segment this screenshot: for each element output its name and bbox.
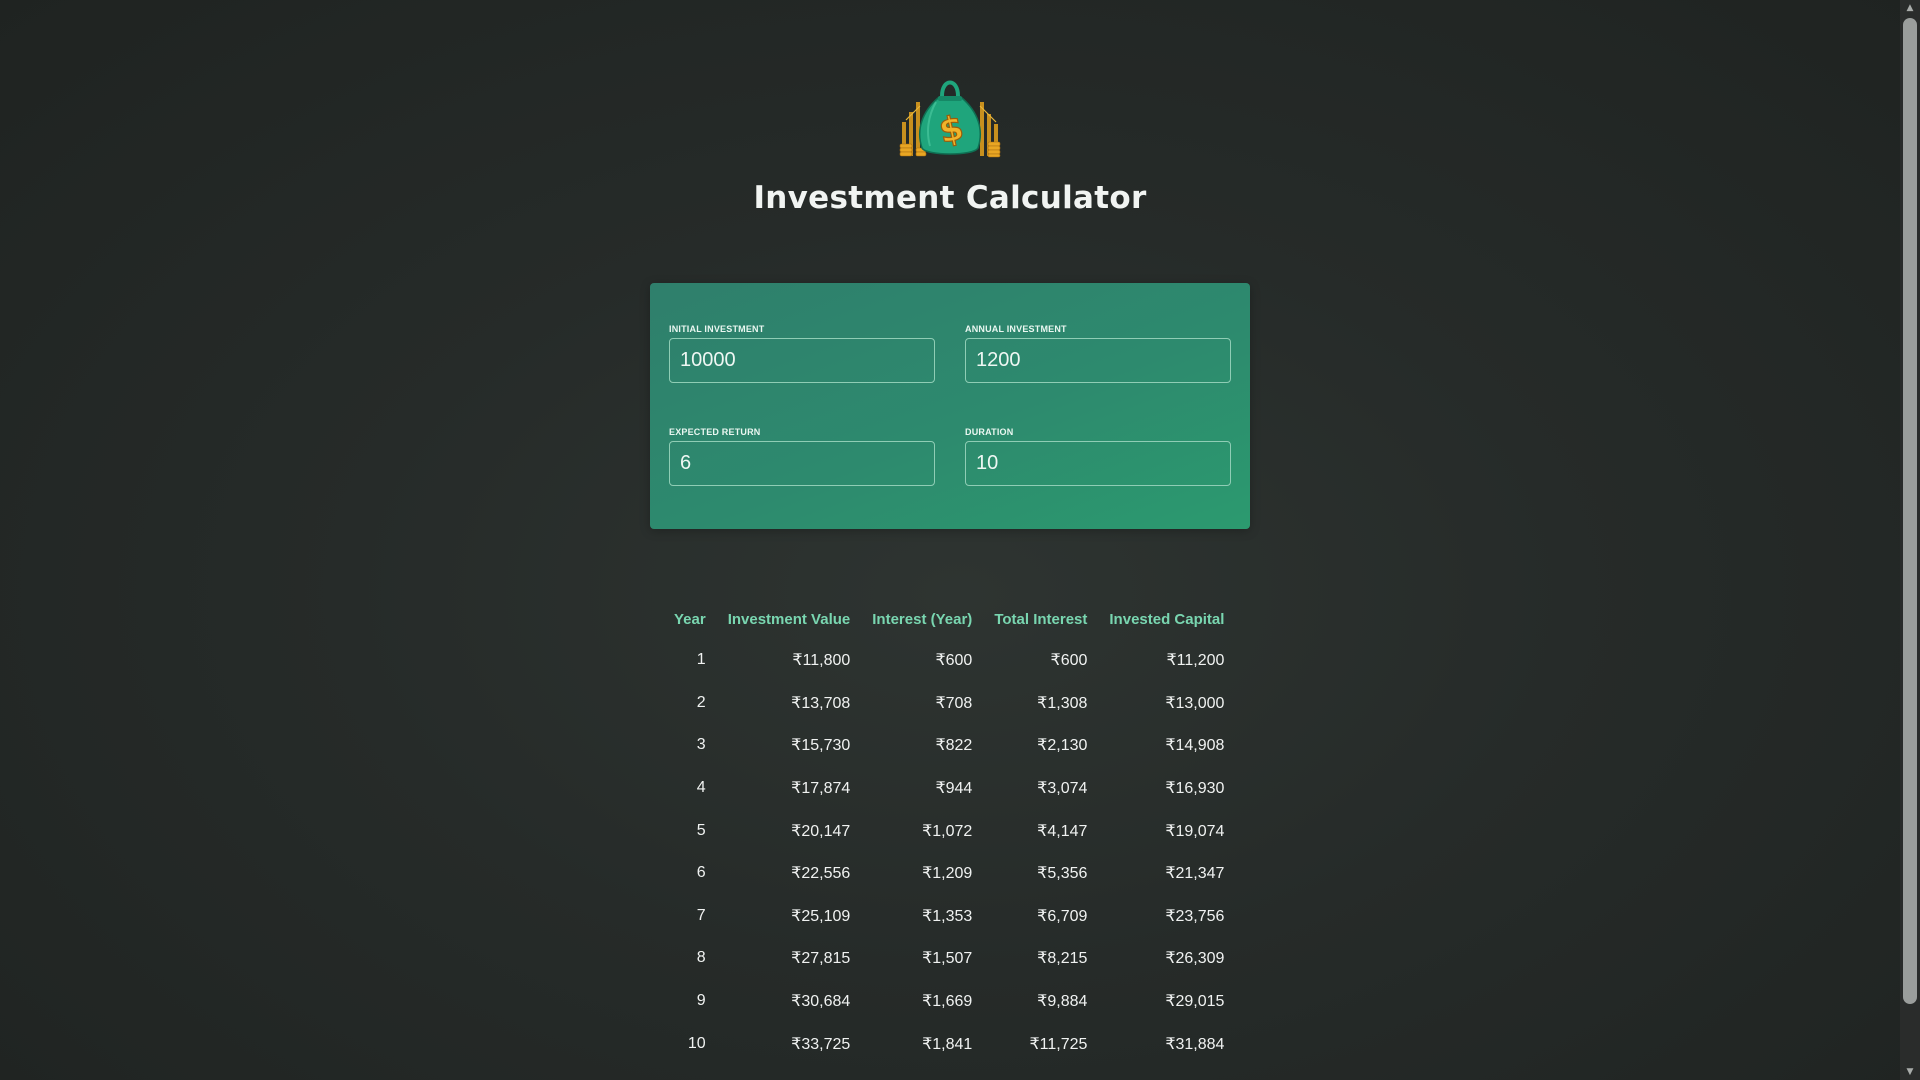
cell-interest-year: ₹600 <box>935 652 973 670</box>
table-row: 8 ₹27,815 ₹1,507 ₹8,215 ₹26,309 <box>663 937 1235 980</box>
cell-investment-value: ₹20,147 <box>791 822 851 840</box>
scrollbar-thumb[interactable] <box>1903 18 1917 1004</box>
cell-interest-year: ₹1,507 <box>922 950 973 968</box>
duration-label: Duration <box>965 427 1014 437</box>
cell-year: 7 <box>696 906 706 924</box>
cell-invested-capital: ₹26,309 <box>1165 950 1225 968</box>
cell-investment-value: ₹11,800 <box>792 652 851 670</box>
cell-year: 4 <box>696 779 706 797</box>
cell-total-interest: ₹8,215 <box>1037 950 1088 968</box>
cell-year: 5 <box>696 821 706 839</box>
vertical-scrollbar[interactable]: ▲ ▼ <box>1900 0 1920 1080</box>
cell-interest-year: ₹1,209 <box>922 865 973 883</box>
triangle-down-icon[interactable]: ▼ <box>1900 1064 1920 1080</box>
column-header-year: Year <box>674 610 706 628</box>
column-header-interest-year: Interest (Year) <box>872 610 973 628</box>
expected-return-label: Expected Return <box>669 427 761 437</box>
cell-investment-value: ₹25,109 <box>791 907 851 925</box>
table-row: 4 ₹17,874 ₹944 ₹3,074 ₹16,930 <box>663 767 1235 810</box>
cell-total-interest: ₹600 <box>1050 652 1088 670</box>
cell-year: 3 <box>696 736 706 754</box>
cell-invested-capital: ₹23,756 <box>1165 907 1225 925</box>
cell-total-interest: ₹6,709 <box>1037 907 1088 925</box>
table-row: 10 ₹33,725 ₹1,841 ₹11,725 ₹31,884 <box>663 1022 1235 1065</box>
cell-year: 9 <box>696 992 706 1010</box>
table-row: 6 ₹22,556 ₹1,209 ₹5,356 ₹21,347 <box>663 852 1235 895</box>
cell-year: 2 <box>696 693 706 711</box>
cell-total-interest: ₹2,130 <box>1037 737 1088 755</box>
cell-total-interest: ₹4,147 <box>1037 822 1088 840</box>
table-row: 7 ₹25,109 ₹1,353 ₹6,709 ₹23,756 <box>663 895 1235 938</box>
table-row: 5 ₹20,147 ₹1,072 ₹4,147 ₹19,074 <box>663 809 1235 852</box>
column-header-total-interest: Total Interest <box>994 610 1088 628</box>
cell-total-interest: ₹1,308 <box>1037 694 1088 712</box>
cell-interest-year: ₹708 <box>935 694 973 712</box>
triangle-up-icon[interactable]: ▲ <box>1900 0 1920 16</box>
cell-interest-year: ₹1,353 <box>922 907 973 925</box>
cell-total-interest: ₹9,884 <box>1037 993 1088 1011</box>
initial-investment-input[interactable] <box>669 338 935 383</box>
cell-year: 8 <box>696 949 706 967</box>
cell-interest-year: ₹944 <box>935 780 973 798</box>
annual-investment-group: Annual Investment <box>965 324 1231 383</box>
input-panel: Initial Investment Annual Investment Exp… <box>650 283 1250 529</box>
annual-investment-input[interactable] <box>965 338 1231 383</box>
cell-year: 1 <box>696 651 706 669</box>
cell-invested-capital: ₹13,000 <box>1165 694 1225 712</box>
cell-total-interest: ₹11,725 <box>1029 1035 1088 1053</box>
column-header-investment-value: Investment Value <box>727 610 851 628</box>
cell-invested-capital: ₹14,908 <box>1165 737 1225 755</box>
table-row: 3 ₹15,730 ₹822 ₹2,130 ₹14,908 <box>663 724 1235 767</box>
cell-investment-value: ₹30,684 <box>791 993 851 1011</box>
cell-invested-capital: ₹21,347 <box>1165 865 1225 883</box>
duration-group: Duration <box>965 427 1231 486</box>
results-table: Year Investment Value Interest (Year) To… <box>663 599 1235 1065</box>
table-row: 9 ₹30,684 ₹1,669 ₹9,884 ₹29,015 <box>663 980 1235 1023</box>
page: $ Investment Calculator Initial Investme… <box>0 0 1900 1080</box>
cell-investment-value: ₹13,708 <box>791 694 851 712</box>
cell-interest-year: ₹1,072 <box>922 822 973 840</box>
initial-investment-label: Initial Investment <box>669 324 765 334</box>
cell-interest-year: ₹1,669 <box>922 993 973 1011</box>
cell-total-interest: ₹3,074 <box>1037 780 1088 798</box>
cell-total-interest: ₹5,356 <box>1037 865 1088 883</box>
cell-invested-capital: ₹11,200 <box>1166 652 1225 670</box>
table-row: 1 ₹11,800 ₹600 ₹600 ₹11,200 <box>663 639 1235 682</box>
app-header: $ Investment Calculator <box>0 72 1900 216</box>
annual-investment-label: Annual Investment <box>965 324 1067 334</box>
duration-input[interactable] <box>965 441 1231 486</box>
cell-investment-value: ₹15,730 <box>791 737 851 755</box>
cell-invested-capital: ₹31,884 <box>1165 1035 1225 1053</box>
cell-year: 6 <box>696 864 706 882</box>
cell-interest-year: ₹822 <box>935 737 973 755</box>
cell-invested-capital: ₹16,930 <box>1165 780 1225 798</box>
column-header-invested-capital: Invested Capital <box>1109 610 1225 628</box>
expected-return-input[interactable] <box>669 441 935 486</box>
cell-investment-value: ₹27,815 <box>791 950 851 968</box>
page-title: Investment Calculator <box>753 180 1147 216</box>
money-bag-icon: $ <box>899 80 1001 158</box>
cell-investment-value: ₹33,725 <box>791 1035 851 1053</box>
cell-invested-capital: ₹19,074 <box>1165 822 1225 840</box>
expected-return-group: Expected Return <box>669 427 935 486</box>
table-header-row: Year Investment Value Interest (Year) To… <box>663 599 1235 639</box>
initial-investment-group: Initial Investment <box>669 324 935 383</box>
table-row: 2 ₹13,708 ₹708 ₹1,308 ₹13,000 <box>663 682 1235 725</box>
cell-year: 10 <box>687 1034 706 1052</box>
cell-investment-value: ₹17,874 <box>791 780 851 798</box>
cell-investment-value: ₹22,556 <box>791 865 851 883</box>
cell-interest-year: ₹1,841 <box>922 1035 973 1053</box>
cell-invested-capital: ₹29,015 <box>1165 993 1225 1011</box>
